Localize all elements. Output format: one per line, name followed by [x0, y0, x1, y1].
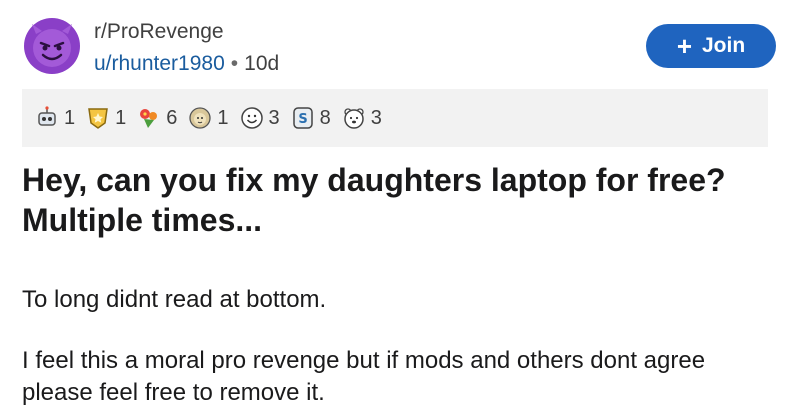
post-body-paragraph: I feel this a moral pro revenge but if m…	[22, 347, 706, 406]
award-count: 8	[319, 106, 331, 129]
award-item[interactable]: 3	[341, 105, 382, 131]
subreddit-avatar[interactable]	[24, 18, 80, 74]
award-count: 1	[115, 106, 127, 129]
award-robot-icon	[34, 105, 60, 131]
post-meta: u/rhunter1980 • 10d	[94, 52, 279, 76]
join-label: Join	[702, 34, 746, 57]
award-item[interactable]: S 8	[290, 105, 331, 131]
meta-separator: •	[230, 52, 239, 75]
author-username[interactable]: u/rhunter1980	[94, 52, 225, 75]
award-count: 3	[268, 106, 280, 129]
post-body-paragraph: To long didnt read at bottom.	[22, 286, 327, 313]
award-money-icon: S	[290, 105, 316, 131]
award-item[interactable]: 1	[34, 105, 75, 131]
subreddit-name[interactable]: r/ProRevenge	[94, 20, 224, 44]
award-count: 3	[370, 106, 382, 129]
post-age: 10d	[244, 52, 280, 75]
award-lion-icon	[187, 105, 213, 131]
award-bear-icon	[341, 105, 367, 131]
devil-face-icon	[32, 24, 72, 67]
award-count: 1	[64, 106, 76, 129]
award-count: 6	[166, 106, 178, 129]
awards-bar[interactable]: 1 1 6 1 3 S 8 3	[22, 89, 768, 147]
plus-icon: +	[676, 31, 692, 61]
post-header: r/ProRevenge u/rhunter1980 • 10d + Join	[24, 12, 776, 76]
award-count: 1	[217, 106, 229, 129]
post-title[interactable]: Hey, can you fix my daughters laptop for…	[22, 160, 762, 240]
svg-text:S: S	[298, 112, 307, 127]
award-smile-icon	[239, 105, 265, 131]
award-item[interactable]: 3	[239, 105, 280, 131]
award-item[interactable]: 6	[136, 105, 177, 131]
award-medal-icon	[85, 105, 111, 131]
award-flowers-icon	[136, 105, 162, 131]
award-item[interactable]: 1	[85, 105, 126, 131]
award-item[interactable]: 1	[187, 105, 229, 131]
join-button[interactable]: + Join	[646, 24, 776, 68]
